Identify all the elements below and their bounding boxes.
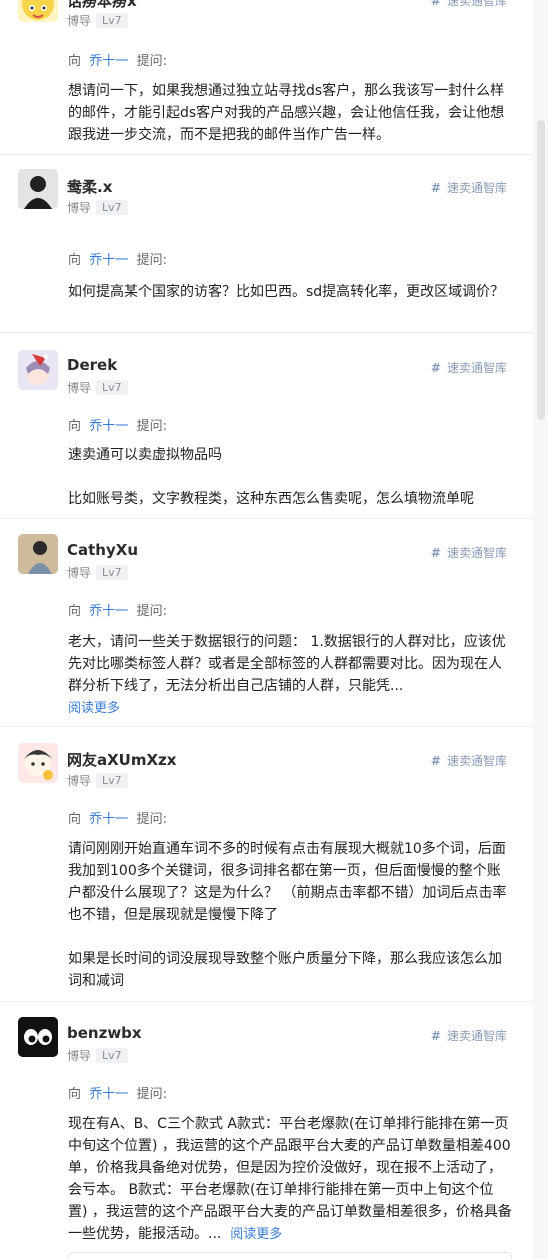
level-badge: Lv7 — [96, 1048, 128, 1063]
to-suffix: 提问: — [136, 1087, 167, 1102]
to-prefix: 向 — [68, 253, 82, 268]
cartoon-avatar-icon[interactable] — [18, 0, 58, 22]
topic-tag-label: 速卖通智库 — [446, 1029, 507, 1043]
topic-tag-label: 速卖通智库 — [446, 546, 507, 560]
topic-tag[interactable]: # 速卖通智库 — [431, 752, 507, 769]
question-paragraph — [68, 926, 512, 948]
question-card[interactable]: benzwbx 博导 Lv7 # 速卖通智库 向 乔十一 提问: 现在有A、B、C… — [0, 1002, 533, 1259]
topic-tag[interactable]: # 速卖通智库 — [431, 1027, 507, 1044]
anime-avatar-icon[interactable] — [18, 350, 58, 390]
topic-tag[interactable]: # 速卖通智库 — [431, 179, 507, 196]
user-name[interactable]: Derek — [67, 356, 117, 374]
question-text[interactable]: 如何提高某个国家的访客？比如巴西。sd提高转化率，更改区域调价？ — [68, 281, 512, 303]
question-text[interactable]: 想请问一下，如果我想通过独立站寻找ds客户，那么我该写一封什么样的邮件，才能引起… — [68, 80, 512, 146]
user-role: 博导 Lv7 — [67, 12, 128, 29]
topic-tag[interactable]: # 速卖通智库 — [431, 359, 507, 376]
role-label: 博导 — [67, 1049, 92, 1063]
user-role: 博导 Lv7 — [67, 772, 128, 789]
scrollbar[interactable] — [533, 0, 548, 1259]
question-paragraph: 速卖通可以卖虚拟物品吗 — [68, 447, 222, 463]
asked-to-line: 向 乔十一 提问: — [68, 50, 167, 69]
answerer-link[interactable]: 乔十一 — [89, 812, 128, 827]
level-badge: Lv7 — [96, 565, 128, 580]
role-label: 博导 — [67, 14, 92, 28]
user-name[interactable]: CathyXu — [67, 541, 138, 559]
answerer-link[interactable]: 乔十一 — [89, 253, 128, 268]
user-role: 博导 Lv7 — [67, 1047, 128, 1064]
to-prefix: 向 — [68, 812, 82, 827]
answerer-link[interactable]: 乔十一 — [89, 54, 128, 69]
question-card[interactable]: Derek 博导 Lv7 # 速卖通智库 向 乔十一 提问: 速卖通可以卖虚拟物品… — [0, 333, 533, 519]
user-name[interactable]: 话痨本痨x — [67, 0, 137, 11]
user-role: 博导 Lv7 — [67, 564, 128, 581]
question-paragraph: 老大，请问一些关于数据银行的问题： 1.数据银行的人群对比，应该优先对比哪类标签… — [68, 634, 506, 694]
question-paragraph: 比如账号类，文字教程类，这种东西怎么售卖呢，怎么填物流单呢 — [68, 491, 474, 507]
hash-icon: # — [430, 181, 441, 195]
asked-to-line: 向 乔十一 提问: — [68, 415, 167, 434]
to-prefix: 向 — [68, 419, 82, 434]
to-suffix: 提问: — [136, 253, 167, 268]
answerer-link[interactable]: 乔十一 — [89, 1087, 128, 1102]
question-paragraph: 现在有A、B、C三个款式 A款式：平台老爆款(在订单排行能排在第一页中旬这个位置… — [68, 1116, 512, 1242]
hash-icon: # — [430, 0, 441, 8]
user-name[interactable]: benzwbx — [67, 1024, 142, 1042]
hash-icon: # — [430, 546, 441, 560]
question-card[interactable]: 鸯柔.x 博导 Lv7 # 速卖通智库 向 乔十一 提问: 如何提高某个国家的访客… — [0, 155, 533, 333]
question-paragraph: 想请问一下，如果我想通过独立站寻找ds客户，那么我该写一封什么样的邮件，才能引起… — [68, 83, 505, 143]
role-label: 博导 — [67, 201, 92, 215]
level-badge: Lv7 — [96, 13, 128, 28]
question-text[interactable]: 请问刚刚开始直通车词不多的时候有点击有展现大概就10多个词，后面我加到100多个… — [68, 838, 512, 992]
user-name[interactable]: 鸯柔.x — [67, 176, 112, 197]
question-paragraph — [68, 466, 512, 488]
photo-avatar-icon[interactable] — [18, 169, 58, 209]
level-badge: Lv7 — [96, 200, 128, 215]
user-role: 博导 Lv7 — [67, 199, 128, 216]
read-more-link[interactable]: 阅读更多 — [230, 1227, 282, 1242]
asked-to-line: 向 乔十一 提问: — [68, 1083, 167, 1102]
photo-avatar-icon[interactable] — [18, 534, 58, 574]
question-card[interactable]: 话痨本痨x 博导 Lv7 # 速卖通智库 向 乔十一 提问: 想请问一下，如果我想… — [0, 0, 533, 155]
answerer-link[interactable]: 乔十一 — [89, 419, 128, 434]
question-text[interactable]: 速卖通可以卖虚拟物品吗 比如账号类，文字教程类，这种东西怎么售卖呢，怎么填物流单… — [68, 444, 512, 510]
role-label: 博导 — [67, 381, 92, 395]
topic-tag-label: 速卖通智库 — [446, 181, 507, 195]
level-badge: Lv7 — [96, 773, 128, 788]
eyes-avatar-icon[interactable] — [18, 1017, 58, 1057]
to-prefix: 向 — [68, 604, 82, 619]
hash-icon: # — [430, 754, 441, 768]
asked-to-line: 向 乔十一 提问: — [68, 249, 167, 268]
to-suffix: 提问: — [136, 812, 167, 827]
role-label: 博导 — [67, 566, 92, 580]
to-prefix: 向 — [68, 1087, 82, 1102]
to-prefix: 向 — [68, 54, 82, 69]
user-name[interactable]: 网友aXUmXzx — [67, 749, 176, 770]
role-label: 博导 — [67, 774, 92, 788]
read-more-link[interactable]: 阅读更多 — [68, 701, 120, 716]
hash-icon: # — [430, 361, 441, 375]
scrollbar-thumb[interactable] — [537, 120, 545, 420]
to-suffix: 提问: — [136, 604, 167, 619]
asked-to-line: 向 乔十一 提问: — [68, 600, 167, 619]
question-paragraph: 请问刚刚开始直通车词不多的时候有点击有展现大概就10多个词，后面我加到100多个… — [68, 841, 507, 923]
question-paragraph: 如何提高某个国家的访客？比如巴西。sd提高转化率，更改区域调价？ — [68, 284, 505, 300]
topic-tag-label: 速卖通智库 — [446, 754, 507, 768]
hash-icon: # — [430, 1029, 441, 1043]
topic-tag[interactable]: # 速卖通智库 — [431, 544, 507, 561]
question-text[interactable]: 老大，请问一些关于数据银行的问题： 1.数据银行的人群对比，应该优先对比哪类标签… — [68, 631, 512, 720]
to-suffix: 提问: — [136, 419, 167, 434]
to-suffix: 提问: — [136, 54, 167, 69]
answerer-link[interactable]: 乔十一 — [89, 604, 128, 619]
question-card[interactable]: CathyXu 博导 Lv7 # 速卖通智库 向 乔十一 提问: 老大，请问一些关… — [0, 519, 533, 727]
answer-preview-box — [68, 1252, 512, 1259]
cartoon-avatar-icon[interactable] — [18, 743, 58, 783]
user-role: 博导 Lv7 — [67, 379, 128, 396]
question-paragraph: 如果是长时间的词没展现导致整个账户质量分下降，那么我应该怎么加词和减词 — [68, 951, 502, 989]
topic-tag[interactable]: # 速卖通智库 — [431, 0, 507, 9]
level-badge: Lv7 — [96, 380, 128, 395]
asked-to-line: 向 乔十一 提问: — [68, 808, 167, 827]
topic-tag-label: 速卖通智库 — [446, 361, 507, 375]
question-card[interactable]: 网友aXUmXzx 博导 Lv7 # 速卖通智库 向 乔十一 提问: 请问刚刚开始… — [0, 727, 533, 1002]
question-text[interactable]: 现在有A、B、C三个款式 A款式：平台老爆款(在订单排行能排在第一页中旬这个位置… — [68, 1113, 512, 1246]
topic-tag-label: 速卖通智库 — [446, 0, 507, 8]
